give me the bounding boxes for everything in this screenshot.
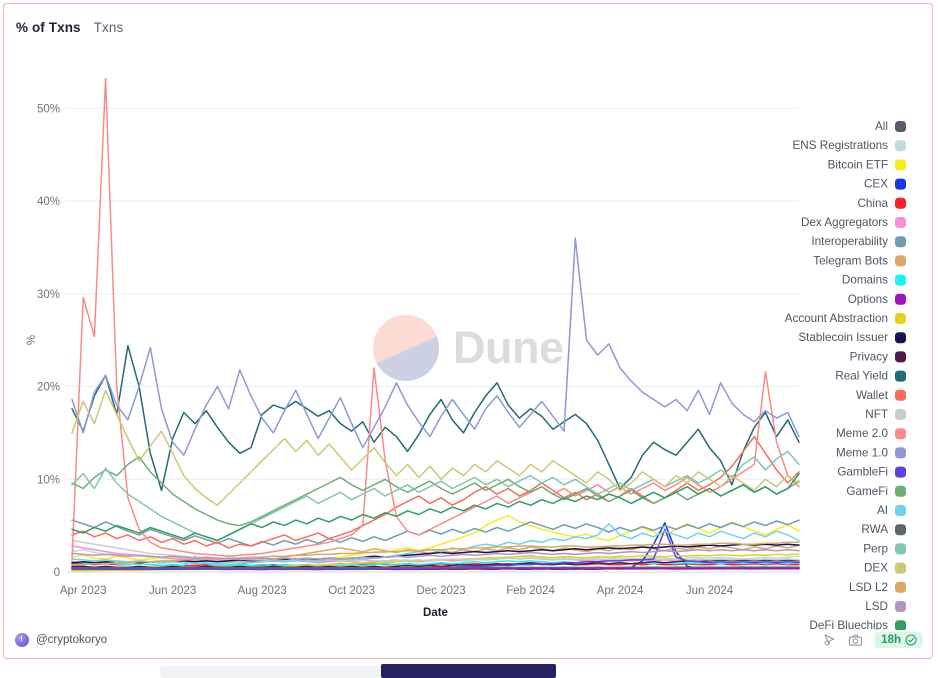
legend-swatch[interactable]: [895, 409, 906, 420]
status-badge[interactable]: 18h: [874, 632, 923, 648]
legend-label[interactable]: Privacy: [850, 350, 888, 363]
freshness-label: 18h: [881, 634, 901, 646]
legend-label[interactable]: Account Abstraction: [785, 312, 888, 325]
legend-swatch[interactable]: [895, 178, 906, 190]
legend-swatch[interactable]: [895, 293, 906, 305]
legend-label[interactable]: All: [875, 120, 888, 133]
legend-swatch[interactable]: [895, 370, 906, 382]
legend-swatch[interactable]: [895, 313, 906, 324]
chart-panel: % of Txns Txns Dune 0 10% 20% 30% 40% 50%% Apr…: [3, 3, 933, 659]
legend-label[interactable]: Telegram Bots: [813, 254, 888, 267]
legend-label[interactable]: China: [857, 197, 888, 210]
legend-swatch[interactable]: [895, 332, 906, 344]
page-stub-block: [381, 664, 556, 678]
legend-swatch[interactable]: [895, 121, 906, 132]
legend-label[interactable]: DEX: [864, 562, 888, 575]
legend-label[interactable]: CEX: [864, 178, 888, 191]
check-circle-icon: [905, 634, 917, 646]
footer-actions: 18h: [822, 632, 923, 648]
legend-label[interactable]: Perp: [863, 542, 888, 555]
camera-icon[interactable]: [848, 633, 863, 648]
legend-swatch[interactable]: [895, 255, 906, 267]
chart-footer: @cryptokoryo 18h: [4, 628, 934, 658]
legend-swatch[interactable]: [895, 351, 906, 363]
legend-swatch[interactable]: [895, 562, 906, 574]
legend-swatch[interactable]: [895, 543, 906, 555]
legend-label[interactable]: Bitcoin ETF: [828, 158, 888, 171]
legend-label[interactable]: Meme 2.0: [836, 427, 888, 440]
legend-swatch[interactable]: [895, 601, 906, 612]
legend-label[interactable]: Interoperability: [811, 235, 888, 248]
legend-label[interactable]: AI: [877, 504, 888, 517]
legend-swatch[interactable]: [895, 581, 906, 593]
legend-label[interactable]: RWA: [861, 523, 888, 536]
legend-swatch[interactable]: [895, 447, 906, 459]
legend-swatch[interactable]: [895, 217, 906, 228]
legend-swatch[interactable]: [895, 236, 906, 248]
author-block: @cryptokoryo: [15, 633, 107, 647]
legend-label[interactable]: ENS Registrations: [793, 139, 889, 152]
legend-label[interactable]: Meme 1.0: [836, 446, 888, 459]
legend-swatch[interactable]: [895, 140, 906, 152]
legend-swatch[interactable]: [895, 485, 906, 497]
avatar: [15, 633, 29, 647]
legend-swatch[interactable]: [895, 274, 906, 286]
legend-swatch[interactable]: [895, 159, 906, 171]
plot-area: 0 10% 20% 30% 40% 50%% Apr 2023 Jun 2023 Aug 202…: [4, 50, 934, 630]
cursor-icon[interactable]: [822, 633, 837, 648]
legend-label[interactable]: Dex Aggregators: [801, 216, 888, 229]
author-handle[interactable]: @cryptokoryo: [36, 634, 107, 646]
legend-label[interactable]: Stablecoin Issuer: [798, 331, 888, 344]
legend-swatch[interactable]: [895, 197, 906, 209]
legend-label[interactable]: LSD L2: [849, 581, 888, 594]
legend-label[interactable]: GambleFi: [837, 466, 888, 479]
tab-txns[interactable]: Txns: [94, 20, 124, 35]
legend-swatch[interactable]: [895, 505, 906, 516]
legend-swatch[interactable]: [895, 466, 906, 478]
legend-swatch[interactable]: [895, 524, 906, 536]
legend-label[interactable]: Wallet: [856, 389, 889, 402]
legend-label[interactable]: LSD: [865, 600, 888, 613]
tab-pct-of-txns[interactable]: % of Txns: [16, 20, 81, 35]
legend-label[interactable]: Domains: [842, 274, 888, 287]
legend-swatch[interactable]: [895, 389, 906, 401]
legend-swatch[interactable]: [895, 428, 906, 440]
metric-tabs: % of Txns Txns: [16, 20, 123, 35]
legend-label[interactable]: Real Yield: [835, 370, 888, 383]
legend-label[interactable]: GameFi: [846, 485, 888, 498]
legend-label[interactable]: NFT: [865, 408, 888, 421]
legend-label[interactable]: Options: [848, 293, 888, 306]
line-chart[interactable]: 010%20%30%40%50%%Apr 2023 Jun 2023 Aug 202…: [4, 50, 934, 630]
